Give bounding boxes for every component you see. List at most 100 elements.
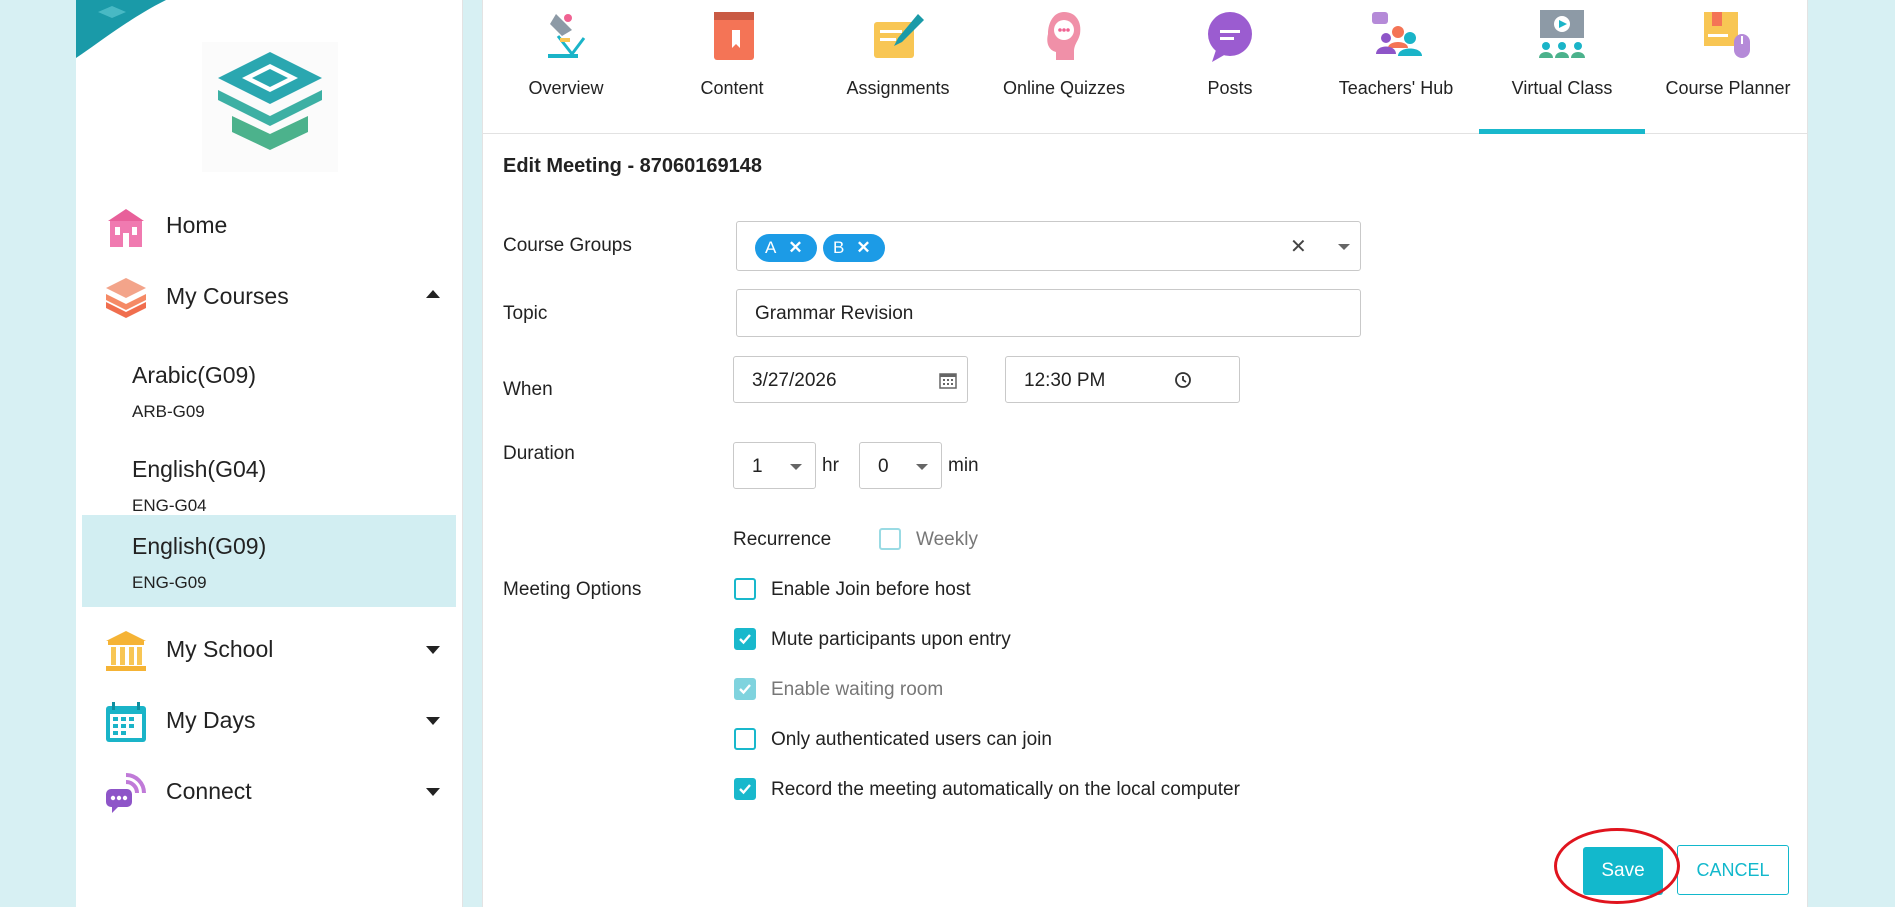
tab-teachers-hub[interactable]: Teachers' Hub: [1313, 0, 1479, 133]
school-logo: [202, 42, 338, 172]
nav-home-label: Home: [166, 211, 228, 238]
duration-label: Duration: [503, 443, 575, 464]
nav-my-school[interactable]: My School: [76, 619, 462, 679]
checkmark-icon: [739, 784, 751, 795]
nav-my-courses-label: My Courses: [166, 282, 289, 309]
group-chip-a[interactable]: A ✕: [755, 234, 817, 262]
course-tabs: Overview Content Assignments Online Quiz…: [483, 0, 1807, 134]
course-code: ENG-G04: [132, 496, 207, 515]
date-value: 3/27/2026: [752, 370, 837, 391]
topic-value: Grammar Revision: [755, 303, 914, 324]
remove-chip-icon[interactable]: ✕: [788, 238, 802, 258]
auto-record-checkbox[interactable]: [734, 778, 756, 800]
people-icon: [1372, 12, 1422, 56]
assignment-icon: [874, 14, 924, 58]
date-input[interactable]: 3/27/2026: [733, 356, 968, 403]
time-value: 12:30 PM: [1024, 370, 1106, 391]
option-label: Record the meeting automatically on the …: [771, 779, 1240, 800]
nav-my-school-label: My School: [166, 635, 274, 662]
tab-label: Course Planner: [1665, 78, 1791, 98]
chevron-down-icon[interactable]: [426, 646, 440, 654]
time-input[interactable]: 12:30 PM: [1005, 356, 1240, 403]
virtual-class-icon: [1539, 10, 1585, 58]
nav-my-courses[interactable]: My Courses: [76, 266, 462, 326]
option-label: Mute participants upon entry: [771, 629, 1011, 650]
minutes-unit: min: [948, 455, 979, 476]
tab-label: Teachers' Hub: [1338, 78, 1454, 98]
courses-icon: [106, 278, 146, 318]
mute-on-entry-checkbox[interactable]: [734, 628, 756, 650]
planner-icon: [1704, 12, 1750, 58]
clock-icon[interactable]: [1174, 371, 1192, 389]
page-title: Edit Meeting - 87060169148: [503, 155, 763, 177]
course-code: ENG-G09: [132, 573, 207, 592]
nav-connect-label: Connect: [166, 777, 252, 804]
connect-icon: [106, 773, 146, 813]
school-icon: [106, 631, 146, 671]
topic-input[interactable]: Grammar Revision: [736, 289, 1361, 337]
home-icon: [108, 209, 144, 247]
nav-my-days[interactable]: My Days: [76, 690, 462, 750]
chevron-down-icon[interactable]: [426, 717, 440, 725]
corner-logo-icon: [76, 0, 166, 58]
remove-chip-icon[interactable]: ✕: [856, 238, 870, 258]
join-before-host-checkbox[interactable]: [734, 578, 756, 600]
tab-label: Assignments: [846, 78, 950, 98]
course-groups-select[interactable]: A ✕ B ✕ ✕: [736, 221, 1361, 271]
course-groups-label: Course Groups: [503, 235, 632, 256]
calendar-icon: [106, 702, 146, 742]
tab-assignments[interactable]: Assignments: [815, 0, 981, 133]
sidebar: Home My Courses Arabic(G09) ARB-G09 Engl…: [76, 0, 463, 907]
course-name: English(G09): [132, 533, 267, 559]
tab-virtual-class[interactable]: Virtual Class: [1479, 0, 1645, 134]
course-item-arabic-g09[interactable]: Arabic(G09) ARB-G09: [82, 344, 456, 436]
tab-label: Online Quizzes: [1002, 78, 1126, 98]
group-chip-b[interactable]: B ✕: [823, 234, 885, 262]
topic-label: Topic: [503, 303, 548, 324]
tab-course-planner[interactable]: Course Planner: [1645, 0, 1811, 133]
chevron-down-icon[interactable]: [1338, 244, 1350, 250]
option-label: Only authenticated users can join: [771, 729, 1052, 750]
minutes-value: 0: [878, 456, 889, 477]
chevron-up-icon[interactable]: [426, 290, 440, 298]
cancel-button[interactable]: CANCEL: [1677, 845, 1789, 895]
tab-content[interactable]: Content: [649, 0, 815, 133]
calendar-icon[interactable]: [939, 371, 957, 389]
weekly-label: Weekly: [916, 529, 978, 550]
chevron-down-icon[interactable]: [426, 788, 440, 796]
chip-label: B: [833, 238, 845, 257]
duration-hours-select[interactable]: 1: [733, 442, 816, 489]
clear-all-icon[interactable]: ✕: [1290, 234, 1307, 259]
nav-connect[interactable]: Connect: [76, 761, 462, 821]
highlight-circle: [1554, 828, 1680, 904]
nav-my-days-label: My Days: [166, 706, 256, 733]
tab-label: Content: [700, 78, 764, 98]
tab-label: Overview: [528, 78, 604, 98]
tab-label: Virtual Class: [1511, 78, 1613, 98]
course-name: Arabic(G09): [132, 362, 256, 388]
chevron-down-icon[interactable]: [916, 464, 928, 470]
waiting-room-checkbox[interactable]: [734, 678, 756, 700]
checkmark-icon: [739, 634, 751, 645]
duration-minutes-select[interactable]: 0: [859, 442, 942, 489]
hours-value: 1: [752, 456, 763, 477]
course-name: English(G04): [132, 456, 267, 482]
chat-bubble-icon: [1208, 12, 1252, 62]
lamp-icon: [548, 14, 586, 58]
main-panel: Overview Content Assignments Online Quiz…: [482, 0, 1808, 907]
book-icon: [714, 12, 754, 60]
tab-label: Posts: [1207, 78, 1253, 98]
chip-label: A: [765, 238, 777, 257]
course-code: ARB-G09: [132, 402, 205, 421]
nav-home[interactable]: Home: [76, 195, 462, 255]
tab-posts[interactable]: Posts: [1147, 0, 1313, 133]
hours-unit: hr: [822, 455, 839, 476]
chevron-down-icon[interactable]: [790, 464, 802, 470]
weekly-checkbox[interactable]: [879, 528, 901, 550]
meeting-options-label: Meeting Options: [503, 579, 642, 600]
tab-overview[interactable]: Overview: [483, 0, 649, 133]
course-item-english-g09[interactable]: English(G09) ENG-G09: [82, 515, 456, 607]
tab-online-quizzes[interactable]: Online Quizzes: [981, 0, 1147, 133]
authenticated-only-checkbox[interactable]: [734, 728, 756, 750]
when-label: When: [503, 379, 553, 400]
